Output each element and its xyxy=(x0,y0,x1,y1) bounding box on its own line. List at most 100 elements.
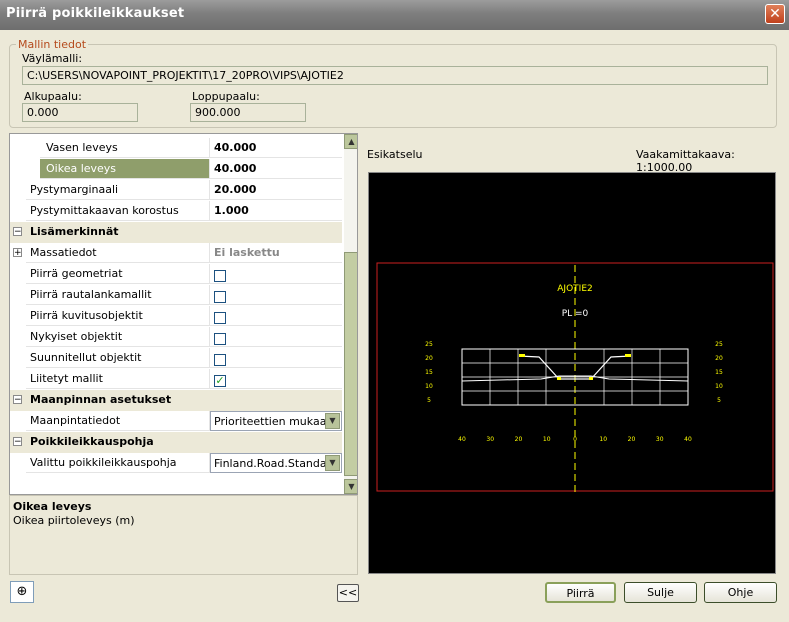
checkbox[interactable] xyxy=(214,269,226,282)
x-tick-label: 0 xyxy=(573,436,577,443)
property-value: Ei laskettu xyxy=(210,243,342,263)
collapse-icon[interactable]: − xyxy=(13,437,22,447)
property-value[interactable]: 1.000 xyxy=(210,201,342,221)
property-row[interactable]: Pystymittakaavan korostus 1.000 xyxy=(10,201,342,222)
ground-data-dropdown[interactable]: Prioriteettien mukaan ▼ xyxy=(210,411,342,431)
close-window-button[interactable]: ✕ xyxy=(765,4,785,24)
x-tick-label: 40 xyxy=(458,436,466,443)
x-tick-label: 10 xyxy=(543,436,551,443)
y-tick-label: 25 xyxy=(715,341,723,348)
scroll-up-icon[interactable]: ▲ xyxy=(344,134,357,149)
x-axis: 40 30 20 10 0 10 20 30 40 xyxy=(458,436,692,443)
property-label: Pystymittakaavan korostus xyxy=(26,201,210,221)
property-grid[interactable]: Vasen leveys 40.000 Oikea leveys 40.000 … xyxy=(9,133,358,495)
property-row[interactable]: Piirrä geometriat xyxy=(10,264,342,285)
y-tick-label: 10 xyxy=(425,383,433,390)
property-value[interactable]: 20.000 xyxy=(210,180,342,200)
property-label: Maanpintatiedot xyxy=(26,411,210,431)
property-row[interactable]: Liitetyt mallit ✓ xyxy=(10,369,342,390)
property-row[interactable]: Piirrä rautalankamallit xyxy=(10,285,342,306)
expand-icon[interactable]: + xyxy=(13,248,22,258)
window-title: Piirrä poikkileikkaukset xyxy=(6,6,185,21)
collapse-icon[interactable]: − xyxy=(13,227,22,237)
y-tick-label: 25 xyxy=(425,341,433,348)
property-label: Piirrä kuvitusobjektit xyxy=(26,306,210,326)
y-axis-right: 25 20 15 10 5 xyxy=(715,341,723,404)
category-title: Lisämerkinnät xyxy=(30,225,119,238)
path-field: C:\USERS\NOVAPOINT_PROJEKTIT\17_20PRO\VI… xyxy=(22,66,768,85)
y-tick-label: 15 xyxy=(715,369,723,376)
chevron-down-icon[interactable]: ▼ xyxy=(325,413,340,429)
dropdown-value: Prioriteettien mukaan xyxy=(214,415,334,428)
property-value[interactable]: 40.000 xyxy=(210,159,342,179)
end-station-label: Loppupaalu: xyxy=(192,90,260,103)
start-station-label: Alkupaalu: xyxy=(24,90,82,103)
checkbox[interactable] xyxy=(214,311,226,324)
close-button[interactable]: Sulje xyxy=(624,582,697,603)
y-axis-left: 25 20 15 10 5 xyxy=(425,341,433,404)
checkbox-checked[interactable]: ✓ xyxy=(214,374,226,387)
category-row[interactable]: − Lisämerkinnät xyxy=(10,222,342,243)
cross-section-drawing: AJOTIE2 PL =0 25 20 15 10 5 25 20 15 10 5 40 30 20… xyxy=(376,262,774,493)
property-row[interactable]: Pystymarginaali 20.000 xyxy=(10,180,342,201)
y-tick-label: 20 xyxy=(715,355,723,362)
x-tick-label: 20 xyxy=(628,436,636,443)
property-row[interactable]: + Massatiedot Ei laskettu xyxy=(10,243,342,264)
category-row[interactable]: − Poikkileikkauspohja xyxy=(10,432,342,453)
description-text: Oikea piirtoleveys (m) xyxy=(13,514,135,527)
preview-canvas[interactable]: AJOTIE2 PL =0 25 20 15 10 5 25 20 15 10 5 40 30 20… xyxy=(368,172,776,574)
checkbox[interactable] xyxy=(214,332,226,345)
description-panel: Oikea leveys Oikea piirtoleveys (m) xyxy=(9,495,358,575)
scroll-down-icon[interactable]: ▼ xyxy=(344,479,357,494)
property-row[interactable]: Nykyiset objektit xyxy=(10,327,342,348)
preview-label: Esikatselu xyxy=(367,148,423,161)
start-station-field: 0.000 xyxy=(22,103,138,122)
draw-button[interactable]: Piirrä xyxy=(545,582,616,603)
property-label: Piirrä geometriat xyxy=(26,264,210,284)
category-row[interactable]: − Maanpinnan asetukset xyxy=(10,390,342,411)
help-button[interactable]: Ohje xyxy=(704,582,777,603)
property-label: Valittu poikkileikkauspohja xyxy=(26,453,210,473)
property-row[interactable]: Maanpintatiedot Prioriteettien mukaan ▼ xyxy=(10,411,342,432)
category-title: Poikkileikkauspohja xyxy=(30,435,154,448)
property-scrollbar[interactable]: ▲ ▼ xyxy=(344,134,357,494)
description-title: Oikea leveys xyxy=(13,500,92,513)
category-title: Maanpinnan asetukset xyxy=(30,393,172,406)
property-label: Vasen leveys xyxy=(40,138,210,158)
property-label: Pystymarginaali xyxy=(26,180,210,200)
y-tick-label: 5 xyxy=(717,397,721,404)
property-label: Liitetyt mallit xyxy=(26,369,210,389)
dropdown-value: Finland.Road.Standard xyxy=(214,457,338,470)
title-bar: Piirrä poikkileikkaukset ✕ xyxy=(0,0,789,30)
road-name-text: AJOTIE2 xyxy=(557,284,592,294)
property-row[interactable]: Piirrä kuvitusobjektit xyxy=(10,306,342,327)
property-row[interactable]: Vasen leveys 40.000 xyxy=(10,138,342,159)
property-label: Nykyiset objektit xyxy=(26,327,210,347)
y-tick-label: 5 xyxy=(427,397,431,404)
model-info-label: Mallin tiedot xyxy=(16,38,89,51)
property-label: Suunnitellut objektit xyxy=(26,348,210,368)
path-label: Väylämalli: xyxy=(22,52,83,65)
property-row[interactable]: Suunnitellut objektit xyxy=(10,348,342,369)
collapse-icon[interactable]: − xyxy=(13,395,22,405)
collapse-panel-button[interactable]: << xyxy=(337,584,359,602)
property-row[interactable]: Valittu poikkileikkauspohja Finland.Road… xyxy=(10,453,342,474)
x-tick-label: 30 xyxy=(486,436,494,443)
checkbox[interactable] xyxy=(214,353,226,366)
property-value[interactable]: 40.000 xyxy=(210,138,342,158)
x-tick-label: 10 xyxy=(599,436,607,443)
x-tick-label: 40 xyxy=(684,436,692,443)
template-dropdown[interactable]: Finland.Road.Standard ▼ xyxy=(210,453,342,473)
station-text: PL =0 xyxy=(562,309,589,319)
y-tick-label: 15 xyxy=(425,369,433,376)
checkbox[interactable] xyxy=(214,290,226,303)
scale-label: Vaakamittakaava: 1:1000.00 xyxy=(636,148,735,174)
y-tick-label: 20 xyxy=(425,355,433,362)
end-station-field: 900.000 xyxy=(190,103,306,122)
chevron-down-icon[interactable]: ▼ xyxy=(325,455,340,471)
scroll-thumb[interactable] xyxy=(344,252,357,476)
property-row-selected[interactable]: Oikea leveys 40.000 xyxy=(10,159,342,180)
property-label: Massatiedot xyxy=(26,243,210,263)
zoom-icon[interactable]: ⊕ xyxy=(10,581,34,603)
property-label: Oikea leveys xyxy=(40,159,210,179)
